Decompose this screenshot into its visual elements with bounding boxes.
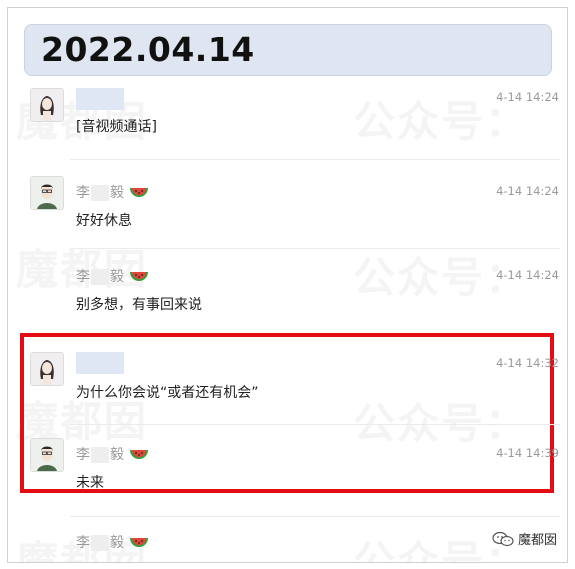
timestamp: 4-14 14:39 [496,446,559,460]
message-text: 未来 [76,475,104,491]
divider [70,516,560,517]
sender-name: 李毅 [76,444,149,464]
sender-name-part: 李 [76,269,90,285]
chat-history-panel: 魔都囡 公众号： 魔都囡 公众号： 魔都囡 公众号： 魔都囡 公众号： 2022… [7,7,568,563]
sender-name-part: 毅 [110,447,124,463]
watermelon-icon [130,537,149,547]
chat-message[interactable]: 李毅 4-14 14:24 别多想，有事回来说 [8,260,567,332]
redacted-char [91,447,109,463]
sender-name [76,88,124,110]
avatar[interactable] [30,438,64,472]
divider [70,424,560,425]
female-avatar-icon [31,353,63,385]
date-banner: 2022.04.14 [24,24,552,76]
message-text: 为什么你会说“或者还有机会” [76,385,259,401]
watermelon-icon [130,187,149,197]
wechat-icon [492,531,514,546]
female-avatar-icon [31,89,63,121]
sender-name [76,352,124,374]
chat-message[interactable]: 李毅 4-14 14:39 未来 [8,436,567,496]
timestamp: 4-14 14:32 [496,356,559,370]
credit-label: 魔都囡 [517,533,557,548]
avatar[interactable] [30,352,64,386]
sender-name-part: 毅 [110,535,124,551]
sender-name-part: 毅 [110,269,124,285]
timestamp: 4-14 14:24 [496,268,559,282]
redacted-name [76,88,124,110]
divider [70,159,560,160]
message-text: 好好休息 [76,213,132,229]
sender-name-part: 李 [76,535,90,551]
timestamp: 4-14 14:24 [496,184,559,198]
redacted-char [91,185,109,201]
avatar[interactable] [30,176,64,210]
chat-message[interactable]: 4-14 14:32 为什么你会说“或者还有机会” [8,348,567,420]
timestamp: 4-14 14:24 [496,90,559,104]
chat-message[interactable]: 李毅 [8,524,567,562]
avatar[interactable] [30,88,64,122]
chat-message[interactable]: 李毅 4-14 14:24 好好休息 [8,172,567,244]
sender-name-part: 李 [76,185,90,201]
date-label: 2022.04.14 [41,30,255,69]
watermelon-icon [130,449,149,459]
redacted-char [91,269,109,285]
sender-name-part: 李 [76,447,90,463]
account-credit: 魔都囡 [492,529,557,548]
divider [70,248,560,249]
sender-name: 李毅 [76,532,149,552]
message-text: 别多想，有事回来说 [76,297,202,313]
sender-name: 李毅 [76,182,149,202]
male-avatar-icon [31,439,63,471]
chat-message[interactable]: 4-14 14:24 [音视频通话] [8,84,567,156]
sender-name: 李毅 [76,266,149,286]
message-text: [音视频通话] [76,119,157,135]
redacted-name [76,352,124,374]
redacted-char [91,535,109,551]
sender-name-part: 毅 [110,185,124,201]
watermelon-icon [130,271,149,281]
male-avatar-icon [31,177,63,209]
